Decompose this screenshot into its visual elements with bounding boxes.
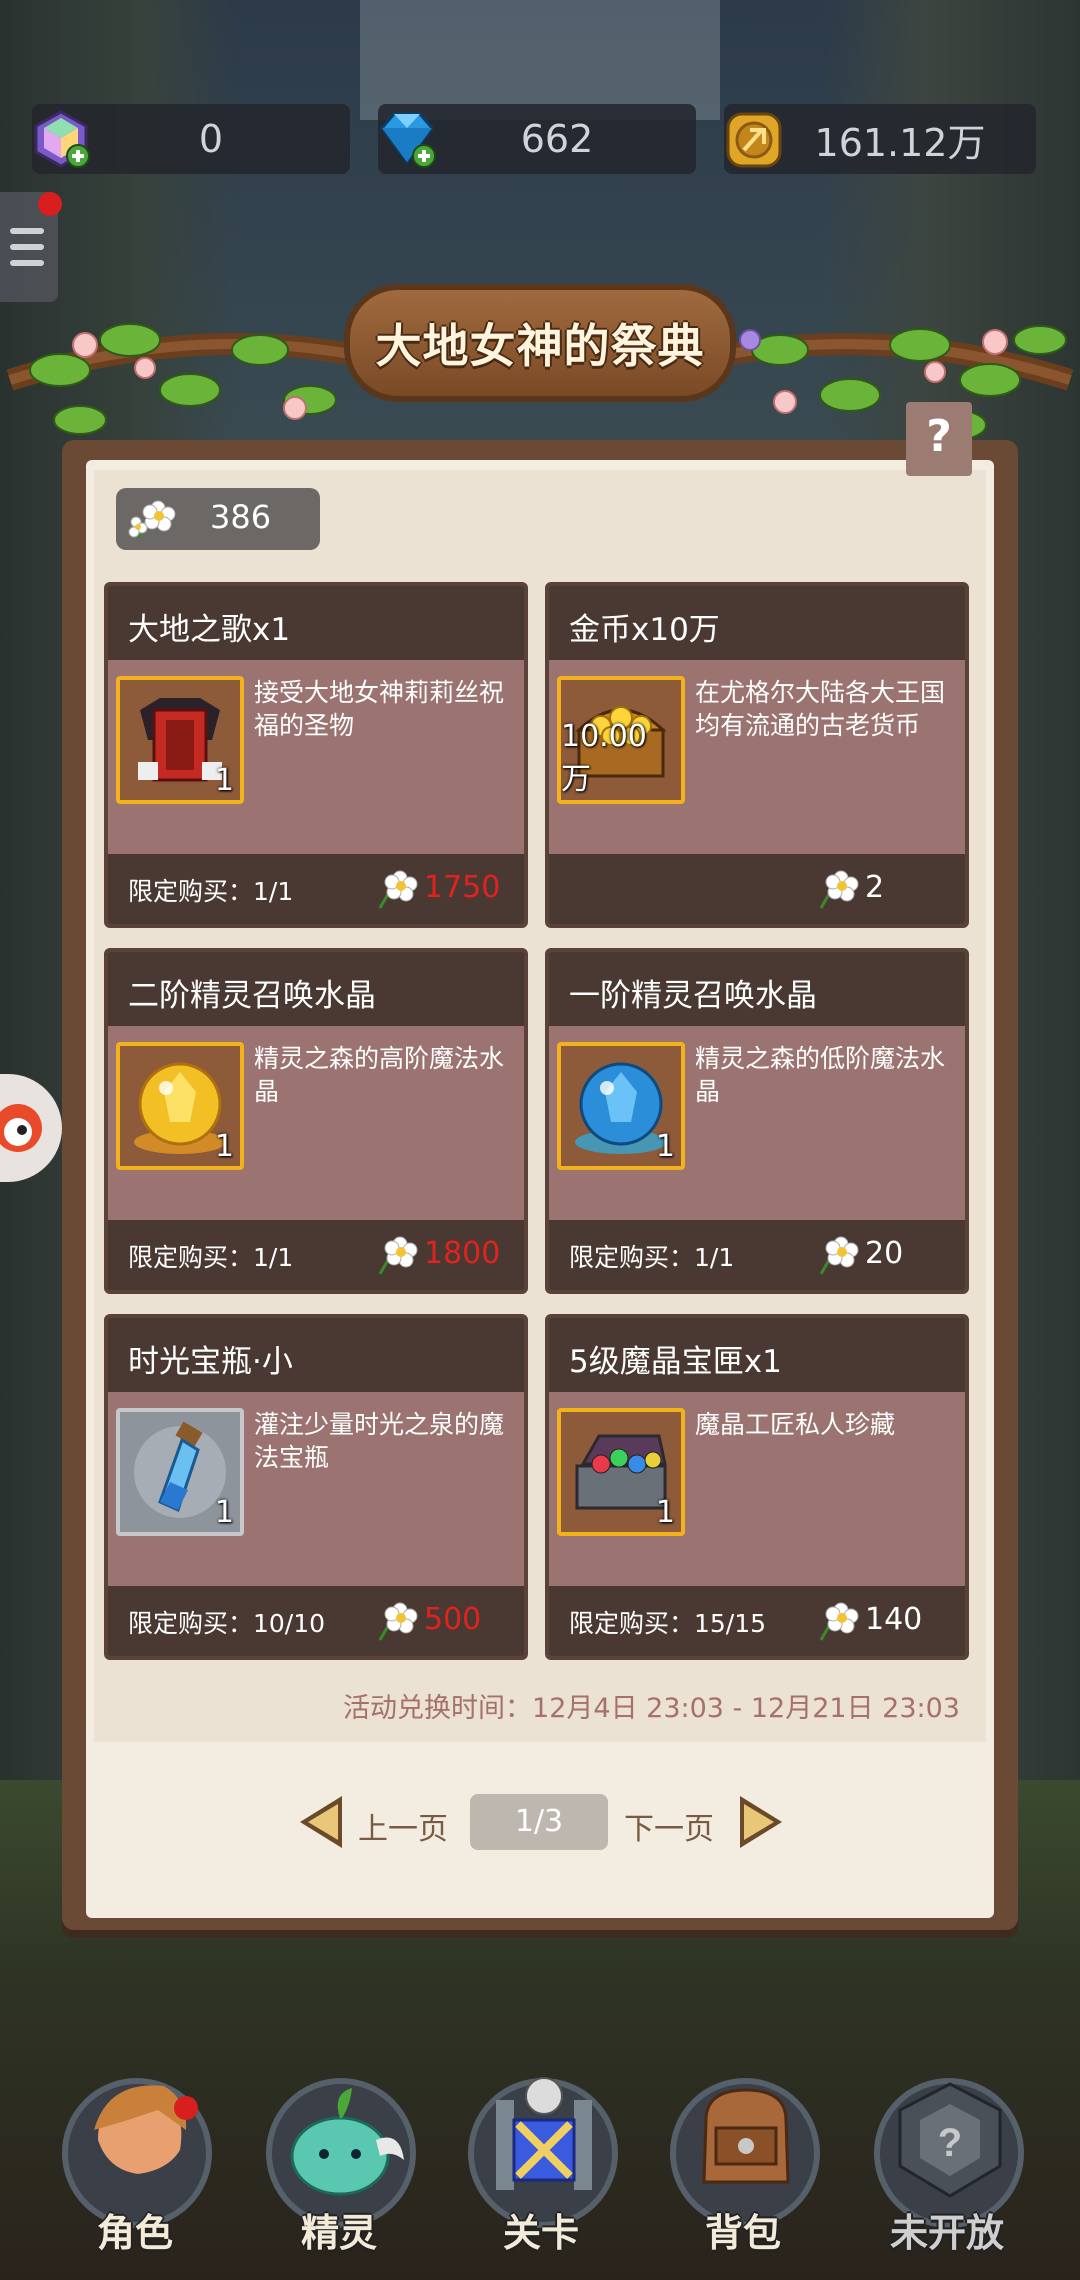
item-quantity: 1 [214,763,234,798]
white-flower-icon [378,870,418,909]
menu-notification-badge [38,192,62,216]
item-quantity: 1 [214,1495,234,1530]
item-quantity: 10.00万 [561,719,647,797]
svg-text:?: ? [938,2121,962,2165]
prev-page-label: 上一页 [358,1812,448,1847]
purchase-limit: 限定购买：1/1 [128,1243,294,1272]
purchase-limit: 限定购买：1/1 [128,877,294,906]
white-flower-icon [128,500,176,539]
event-title: 大地女神的祭典 [375,319,705,373]
nav-item-spirit[interactable]: 精灵 [254,2060,424,2270]
item-description: 灌注少量时光之泉的魔法宝瓶 [254,1410,505,1472]
item-description: 在尤格尔大陆各大王国均有流通的古老货币 [695,678,946,740]
purchase-limit: 限定购买：1/1 [569,1243,735,1272]
item-icon-frame[interactable]: 10.00万 [557,676,685,804]
item-name: 大地之歌x1 [128,612,291,648]
item-quantity: 1 [655,1495,675,1530]
item-icon-frame[interactable]: 1 [116,1408,244,1536]
resource-rainbow-gem[interactable]: 0 [32,104,350,174]
card-footer: 2 [549,854,965,924]
bottom-nav: 角色 精灵 关卡 背包 ? 未开放 [0,2060,1080,2280]
item-price: 1800 [424,1236,501,1271]
item-name: 一阶精灵召唤水晶 [569,978,817,1014]
item-price: 1750 [424,870,501,905]
item-icon-frame[interactable]: 1 [557,1408,685,1536]
item-name: 金币x10万 [569,612,720,648]
white-flower-icon [378,1236,418,1275]
card-footer: 限定购买：10/10 500 [108,1586,524,1656]
card-footer: 限定购买：1/1 1750 [108,854,524,924]
shop-item-card[interactable]: 金币x10万 10.00万 在尤格尔大陆各大王国均有流通的古老货币 2 [545,582,969,928]
card-footer: 限定购买：1/1 1800 [108,1220,524,1290]
item-quantity: 1 [214,1129,234,1164]
nav-label: 角色 [96,2211,173,2255]
page-indicator: 1/3 [470,1794,608,1850]
item-price: 140 [865,1602,923,1637]
white-flower-icon [819,870,859,909]
nav-label: 精灵 [300,2211,377,2255]
backpack-icon [702,2088,790,2184]
nav-notification-badge [174,2096,198,2120]
item-description: 精灵之森的低阶魔法水晶 [695,1044,946,1106]
nav-label: 背包 [704,2211,781,2255]
nav-item-backpack[interactable]: 背包 [658,2060,828,2270]
spirit-icon [290,2088,404,2196]
item-name: 二阶精灵召唤水晶 [128,978,376,1014]
rainbow-gem-icon [34,110,90,168]
nav-label: 未开放 [889,2211,1004,2255]
blue-diamond-icon [380,112,436,168]
purchase-limit: 限定购买：10/10 [128,1609,326,1638]
item-price: 20 [865,1236,904,1271]
item-price: 2 [865,870,885,905]
locked-icon: ? [898,2082,1002,2198]
white-flower-icon [819,1602,859,1641]
prev-page-button[interactable]: 上一页 [300,1796,460,1852]
menu-icon-bar [10,244,44,250]
card-footer: 限定购买：1/1 20 [549,1220,965,1290]
nav-label: 关卡 [502,2211,579,2255]
background-sky [360,0,720,120]
nav-item-stage[interactable]: 关卡 [456,2060,626,2270]
item-description: 魔晶工匠私人珍藏 [695,1410,896,1439]
purchase-limit: 限定购买：15/15 [569,1609,767,1638]
flower-currency: 386 [116,488,320,550]
help-button[interactable]: ? [906,402,972,476]
item-price: 500 [424,1602,482,1637]
shop-item-card[interactable]: 大地之歌x1 1 接受大地女神莉莉丝祝福的圣物 限定购买：1/1 1750 [104,582,528,928]
item-name: 时光宝瓶·小 [128,1344,293,1380]
nav-item-character[interactable]: 角色 [50,2060,220,2270]
nav-item-locked[interactable]: ? 未开放 [862,2060,1032,2270]
event-time-label: 活动兑换时间：12月4日 23:03 - 12月21日 23:03 [343,1693,960,1724]
menu-icon [10,228,44,234]
white-flower-icon [819,1236,859,1275]
resource-diamond[interactable]: 662 [378,104,696,174]
item-name: 5级魔晶宝匣x1 [569,1344,782,1380]
event-title-plate: 大地女神的祭典 [344,284,736,402]
arrow-right-icon [740,1796,782,1848]
menu-icon-bar [10,260,44,266]
gold-coin-icon [726,112,782,168]
character-icon [94,2085,187,2174]
next-page-button[interactable]: 下一页 [622,1796,782,1852]
shop-item-card[interactable]: 5级魔晶宝匣x1 1 魔晶工匠私人珍藏 限定购买：15/15 140 [545,1314,969,1660]
item-description: 接受大地女神莉莉丝祝福的圣物 [254,678,505,740]
shop-item-card[interactable]: 时光宝瓶·小 1 灌注少量时光之泉的魔法宝瓶 限定购买：10/10 500 [104,1314,528,1660]
card-footer: 限定购买：15/15 140 [549,1586,965,1656]
item-icon-frame[interactable]: 1 [116,1042,244,1170]
item-icon-frame[interactable]: 1 [557,1042,685,1170]
item-quantity: 1 [655,1129,675,1164]
item-icon-frame[interactable]: 1 [116,676,244,804]
resource-gold[interactable]: 161.12万 [724,104,1036,174]
white-flower-icon [378,1602,418,1641]
shop-item-card[interactable]: 一阶精灵召唤水晶 1 精灵之森的低阶魔法水晶 限定购买：1/1 20 [545,948,969,1294]
arrow-left-icon [300,1796,342,1848]
stage-icon [496,2077,592,2190]
item-description: 精灵之森的高阶魔法水晶 [254,1044,505,1106]
flower-count-value: 386 [210,498,272,536]
next-page-label: 下一页 [624,1812,714,1847]
shop-item-card[interactable]: 二阶精灵召唤水晶 1 精灵之森的高阶魔法水晶 限定购买：1/1 1800 [104,948,528,1294]
